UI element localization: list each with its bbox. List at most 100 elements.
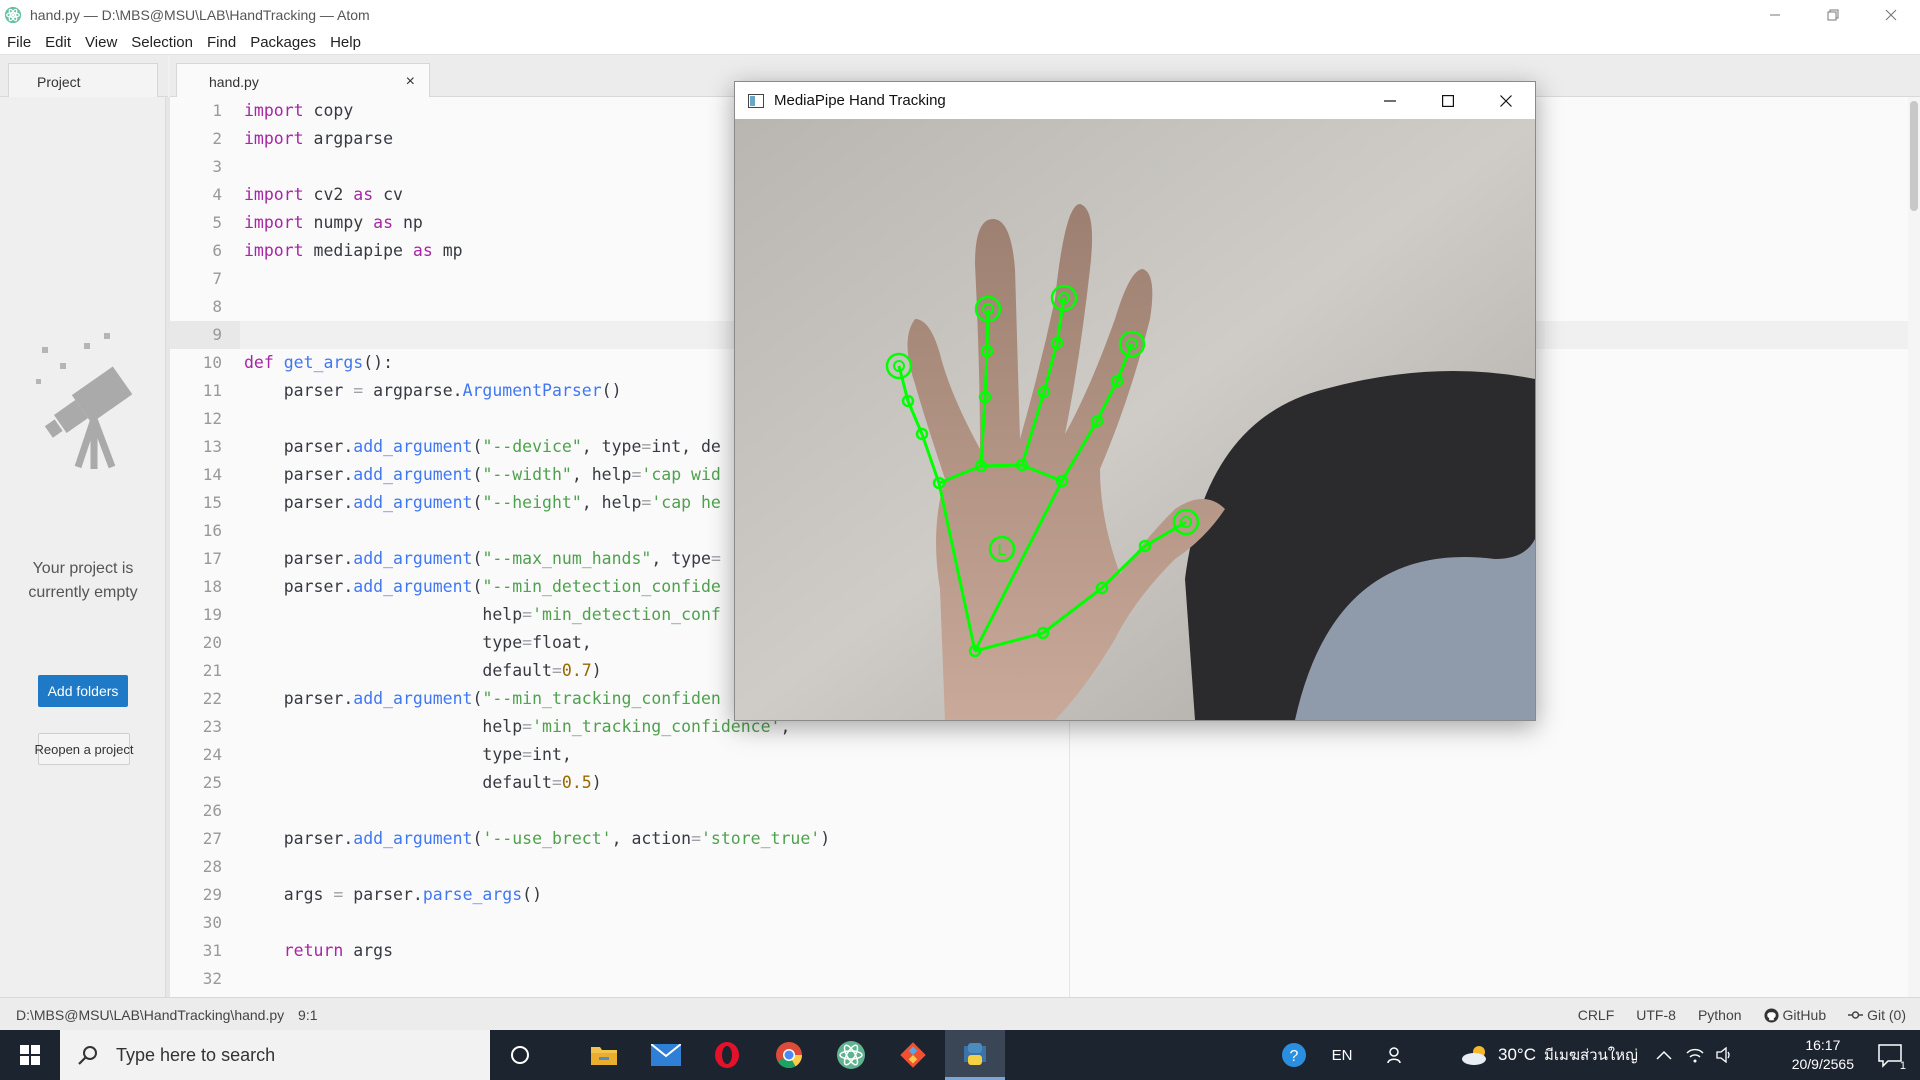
code-line[interactable]: help='min_tracking_confidence',	[244, 713, 790, 741]
minimize-icon	[1770, 14, 1780, 16]
line-number: 25	[202, 773, 222, 792]
mail-icon	[651, 1044, 681, 1066]
code-line[interactable]: parser.add_argument("--min_detection_con…	[244, 573, 721, 601]
line-number: 12	[202, 409, 222, 428]
code-line[interactable]: help='min_detection_conf	[244, 601, 720, 629]
taskbar-mail[interactable]	[636, 1030, 696, 1080]
landmark-connection	[985, 308, 990, 352]
taskbar-search-box[interactable]: Type here to search	[60, 1030, 490, 1080]
taskbar-python[interactable]	[945, 1030, 1005, 1080]
taskbar-file-explorer[interactable]	[574, 1030, 634, 1080]
line-number: 8	[212, 297, 222, 316]
menu-file[interactable]: File	[0, 34, 38, 51]
code-line[interactable]: type=int,	[244, 741, 571, 769]
line-number: 20	[202, 633, 222, 652]
editor-scrollbar[interactable]	[1908, 97, 1920, 997]
close-icon	[1500, 94, 1512, 107]
notification-center-button[interactable]: 1	[1876, 1042, 1906, 1072]
line-number: 1	[212, 101, 222, 120]
task-view-button[interactable]	[490, 1030, 550, 1080]
minimize-icon	[1384, 99, 1396, 102]
telescope-icon	[36, 333, 133, 469]
people-button[interactable]	[1372, 1046, 1420, 1064]
mediapipe-title-bar[interactable]: MediaPipe Hand Tracking	[735, 82, 1535, 119]
webcam-frame: L	[735, 119, 1535, 720]
code-line[interactable]: parser.add_argument("--height", help='ca…	[244, 489, 721, 517]
menu-help[interactable]: Help	[323, 34, 368, 51]
code-line[interactable]: parser.add_argument("--device", type=int…	[244, 433, 721, 461]
code-line[interactable]: parser.add_argument("--width", help='cap…	[244, 461, 721, 489]
reopen-project-button[interactable]: Reopen a project	[35, 733, 134, 765]
menu-find[interactable]: Find	[200, 34, 243, 51]
restore-button[interactable]	[1804, 0, 1862, 30]
cursor-position[interactable]: 9:1	[298, 1007, 317, 1023]
project-tab[interactable]: Project	[8, 63, 158, 97]
menu-edit[interactable]: Edit	[38, 34, 78, 51]
mediapipe-maximize-button[interactable]	[1419, 82, 1477, 119]
minimize-button[interactable]	[1746, 0, 1804, 30]
close-button[interactable]	[1862, 0, 1920, 30]
menu-view[interactable]: View	[78, 34, 124, 51]
show-hidden-icons-button[interactable]	[1656, 1050, 1672, 1060]
code-line[interactable]: def get_args():	[244, 349, 393, 377]
line-number: 23	[202, 717, 222, 736]
code-line[interactable]: import mediapipe as mp	[244, 237, 463, 265]
github-button[interactable]: GitHub	[1764, 1007, 1827, 1023]
taskbar-git-client[interactable]	[883, 1030, 943, 1080]
taskbar-opera[interactable]	[697, 1030, 757, 1080]
taskbar-chrome[interactable]	[759, 1030, 819, 1080]
line-number-gutter: 1 2 3 4 5 6 7 8 9 10 11 12 13 14 15 16 17 18 19 20 21 22 23 24 2…	[170, 97, 240, 997]
cloudy-weather-icon	[1462, 1046, 1486, 1065]
code-line[interactable]: parser.add_argument("--max_num_hands", t…	[244, 545, 721, 573]
line-number: 30	[202, 913, 222, 932]
people-icon	[1387, 1047, 1401, 1064]
code-line[interactable]: parser = argparse.ArgumentParser()	[244, 377, 622, 405]
close-tab-icon[interactable]: ×	[406, 73, 415, 91]
code-line[interactable]: parser.add_argument("--min_tracking_conf…	[244, 685, 721, 713]
file-encoding[interactable]: UTF-8	[1636, 1007, 1676, 1023]
scrollbar-thumb[interactable]	[1910, 101, 1918, 211]
help-button[interactable]: ?	[1276, 1042, 1312, 1068]
python-icon	[964, 1042, 986, 1065]
start-button[interactable]	[0, 1030, 60, 1080]
mediapipe-close-button[interactable]	[1477, 82, 1535, 119]
grammar-selector[interactable]: Python	[1698, 1007, 1742, 1023]
chevron-up-icon	[1656, 1050, 1672, 1060]
code-line[interactable]: default=0.7)	[244, 657, 601, 685]
clock-time: 16:17	[1805, 1037, 1841, 1053]
line-ending[interactable]: CRLF	[1578, 1007, 1615, 1023]
menu-packages[interactable]: Packages	[243, 34, 323, 51]
code-line[interactable]: import argparse	[244, 125, 393, 153]
file-path[interactable]: D:\MBS@MSU\LAB\HandTracking\hand.py	[16, 1007, 284, 1023]
search-icon	[78, 1046, 97, 1065]
taskbar-atom[interactable]	[821, 1030, 881, 1080]
code-line[interactable]: args = parser.parse_args()	[244, 881, 542, 909]
line-number: 3	[212, 157, 222, 176]
taskbar-clock[interactable]: 16:17 20/9/2565	[1792, 1036, 1854, 1074]
menu-bar: File Edit View Selection Find Packages H…	[0, 30, 1920, 55]
code-line[interactable]: parser.add_argument('--use_brect', actio…	[244, 825, 830, 853]
menu-selection[interactable]: Selection	[124, 34, 200, 51]
mediapipe-minimize-button[interactable]	[1361, 82, 1419, 119]
line-number: 13	[202, 437, 222, 456]
tab-hand-py[interactable]: hand.py ×	[176, 63, 430, 98]
svg-text:?: ?	[1290, 1048, 1299, 1065]
tab-label: hand.py	[209, 74, 259, 90]
mediapipe-window[interactable]: MediaPipe Hand Tracking L	[734, 81, 1536, 721]
folder-icon	[591, 1047, 617, 1065]
code-line[interactable]: import copy	[244, 97, 353, 125]
atom-logo-icon	[4, 6, 22, 24]
github-label: GitHub	[1782, 1007, 1827, 1023]
git-button[interactable]: Git (0)	[1848, 1007, 1906, 1023]
weather-widget[interactable]: 30°C มีเมฆส่วนใหญ่	[1460, 1043, 1638, 1067]
input-language[interactable]: EN	[1312, 1047, 1372, 1064]
code-line[interactable]: type=float,	[244, 629, 591, 657]
code-line[interactable]: import cv2 as cv	[244, 181, 403, 209]
code-line[interactable]: default=0.5)	[244, 769, 601, 797]
volume-button[interactable]	[1716, 1047, 1734, 1063]
code-line[interactable]: import numpy as np	[244, 209, 423, 237]
add-folders-button[interactable]: Add folders	[38, 675, 128, 707]
status-right: CRLF UTF-8 Python GitHub Git (0)	[1578, 1007, 1906, 1023]
code-line[interactable]: return args	[244, 937, 393, 965]
network-button[interactable]	[1686, 1047, 1704, 1063]
